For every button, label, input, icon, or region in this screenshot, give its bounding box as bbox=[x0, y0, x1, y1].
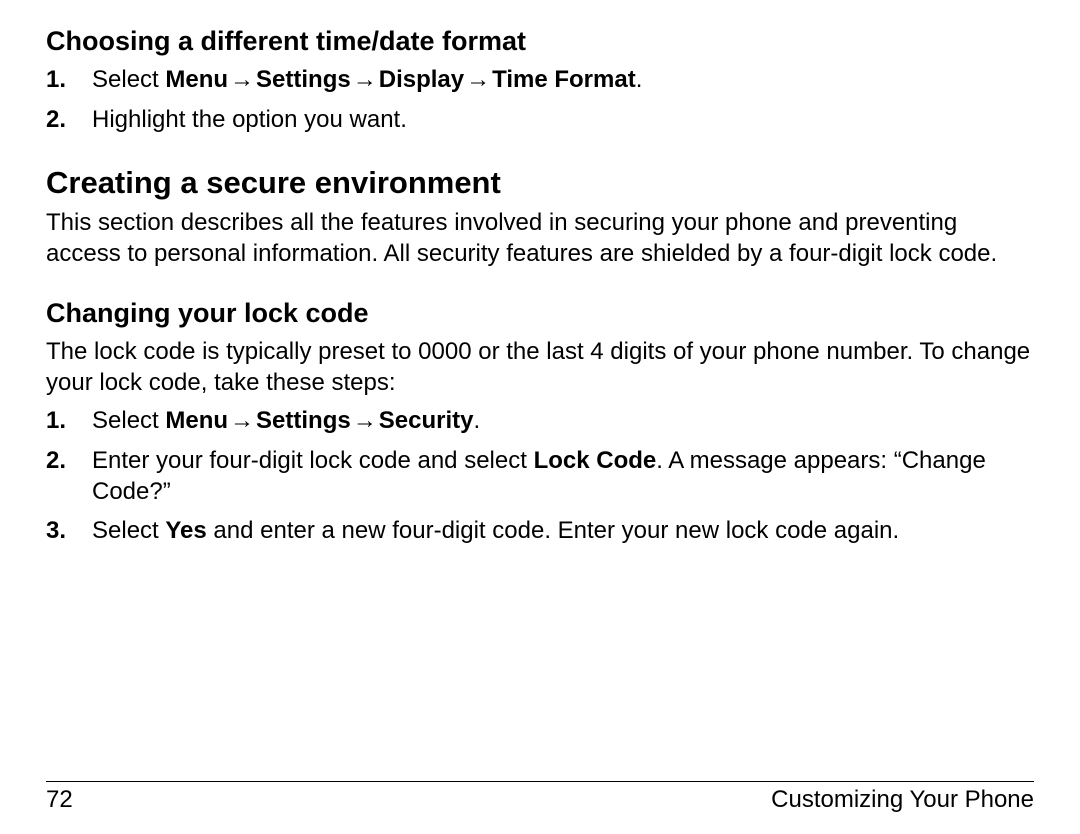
page-footer: 72 Customizing Your Phone bbox=[46, 781, 1034, 814]
paragraph-secure-environment: This section describes all the features … bbox=[46, 208, 1034, 269]
menu-path-item: Display bbox=[379, 66, 464, 93]
menu-path-item: Security bbox=[379, 407, 474, 434]
arrow-icon: → bbox=[351, 406, 379, 437]
list-item: Select Menu→Settings→Display→Time Format… bbox=[46, 65, 1034, 96]
heading-lock-code: Changing your lock code bbox=[46, 296, 1034, 331]
step-text: Highlight the option you want. bbox=[92, 106, 407, 133]
heading-secure-environment: Creating a secure environment bbox=[46, 164, 1034, 203]
arrow-icon: → bbox=[228, 406, 256, 437]
paragraph-lock-code: The lock code is typically preset to 000… bbox=[46, 337, 1034, 398]
arrow-icon: → bbox=[351, 65, 379, 96]
step-text: Select bbox=[92, 517, 165, 544]
arrow-icon: → bbox=[228, 65, 256, 96]
steps-time-date-format: Select Menu→Settings→Display→Time Format… bbox=[46, 65, 1034, 135]
ui-label: Yes bbox=[165, 517, 206, 544]
menu-path-item: Time Format bbox=[492, 66, 636, 93]
list-item: Highlight the option you want. bbox=[46, 105, 1034, 136]
arrow-icon: → bbox=[464, 65, 492, 96]
step-text: Enter your four-digit lock code and sele… bbox=[92, 447, 534, 474]
section-title: Customizing Your Phone bbox=[771, 786, 1034, 814]
page-number: 72 bbox=[46, 786, 73, 814]
list-item: Select Menu→Settings→Security. bbox=[46, 406, 1034, 437]
list-item: Select Yes and enter a new four-digit co… bbox=[46, 516, 1034, 547]
step-text: Select bbox=[92, 66, 165, 93]
step-text: Select bbox=[92, 407, 165, 434]
step-text: and enter a new four-digit code. Enter y… bbox=[207, 517, 899, 544]
step-tail: . bbox=[473, 407, 480, 434]
menu-path-item: Menu bbox=[165, 66, 228, 93]
list-item: Enter your four-digit lock code and sele… bbox=[46, 446, 1034, 507]
ui-label: Lock Code bbox=[534, 447, 657, 474]
steps-lock-code: Select Menu→Settings→Security. Enter you… bbox=[46, 406, 1034, 547]
step-tail: . bbox=[636, 66, 643, 93]
menu-path-item: Settings bbox=[256, 66, 351, 93]
heading-time-date-format: Choosing a different time/date format bbox=[46, 24, 1034, 59]
menu-path-item: Menu bbox=[165, 407, 228, 434]
menu-path-item: Settings bbox=[256, 407, 351, 434]
